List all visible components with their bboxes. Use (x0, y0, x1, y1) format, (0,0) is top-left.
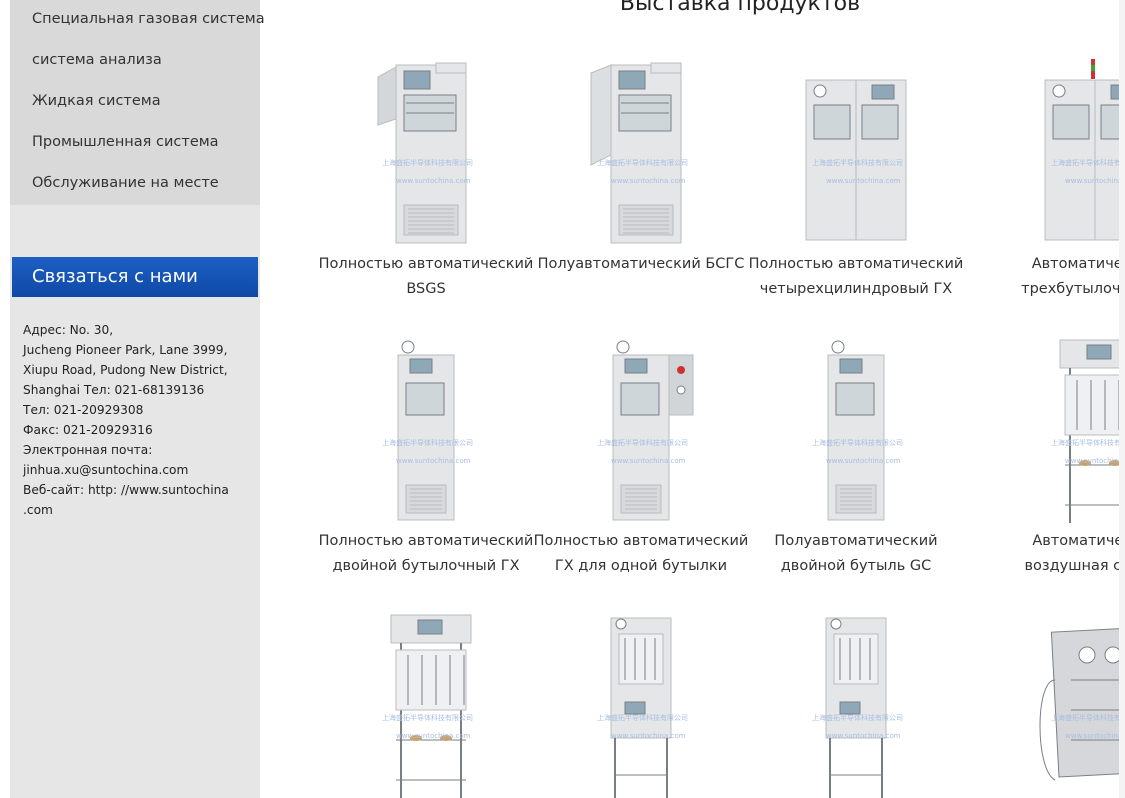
category-analysis[interactable]: система анализа (10, 41, 260, 82)
product-photo (1039, 627, 1125, 781)
product-card[interactable]: 上海盛拓半导体科技有限公司 www.suntochina.com (985, 0, 1125, 798)
product-card[interactable]: 上海盛拓半导体科技有限公司 www.suntochina.com (531, 0, 751, 798)
product-image[interactable] (776, 610, 936, 798)
product-card[interactable]: 上海盛拓半导体科技有限公司 www.suntochina.com (316, 0, 536, 798)
sidebar: Специальная газовая система система анал… (10, 0, 265, 798)
page: Специальная газовая система система анал… (0, 0, 1125, 798)
product-photo (390, 614, 472, 798)
product-image[interactable] (1015, 610, 1125, 798)
watermark-text: 上海盛拓半导体科技有限公司 (812, 714, 903, 722)
category-list: Специальная газовая система система анал… (10, 0, 265, 205)
contact-website-cont[interactable]: .com (23, 500, 253, 520)
page-edge (1119, 0, 1125, 798)
contact-website[interactable]: Веб-сайт: http: //www.suntochina (23, 480, 253, 500)
contact-line: Электронная почта: (23, 443, 153, 457)
watermark-url: www.suntochina.com (396, 732, 471, 740)
product-photo (825, 617, 887, 798)
contact-line: Jucheng Pioneer Park, Lane 3999, (23, 343, 228, 357)
product-photo (610, 617, 672, 798)
contact-line: Xiupu Road, Pudong New District, (23, 363, 228, 377)
product-image[interactable] (561, 610, 721, 798)
product-card[interactable]: 上海盛拓半导体科技有限公司 www.suntochina.com (746, 0, 966, 798)
category-onsite-service[interactable]: Обслуживание на месте (10, 164, 260, 205)
watermark-url: www.suntochina.com (1065, 732, 1125, 740)
contact-line: Shanghai Тел: 021-68139136 (23, 383, 205, 397)
watermark-url: www.suntochina.com (826, 732, 901, 740)
contact-email[interactable]: jinhua.xu@suntochina.com (23, 460, 253, 480)
category-special-gas[interactable]: Специальная газовая система (10, 0, 265, 41)
category-liquid[interactable]: Жидкая система (10, 82, 260, 123)
contact-info: Адрес: No. 30, Jucheng Pioneer Park, Lan… (23, 320, 253, 520)
watermark-text: 上海盛拓半导体科技有限公司 (382, 714, 473, 722)
watermark-text: 上海盛拓半导体科技有限公司 (1051, 714, 1125, 722)
watermark-url: www.suntochina.com (611, 732, 686, 740)
contact-line: Адрес: No. 30, (23, 323, 114, 337)
contact-us-header[interactable]: Связаться с нами (12, 257, 258, 297)
contact-line: Факс: 021-20929316 (23, 423, 153, 437)
watermark-text: 上海盛拓半导体科技有限公司 (597, 714, 688, 722)
category-industrial[interactable]: Промышленная система (10, 123, 260, 164)
product-image[interactable] (346, 610, 506, 798)
contact-line: Тел: 021-20929308 (23, 403, 144, 417)
